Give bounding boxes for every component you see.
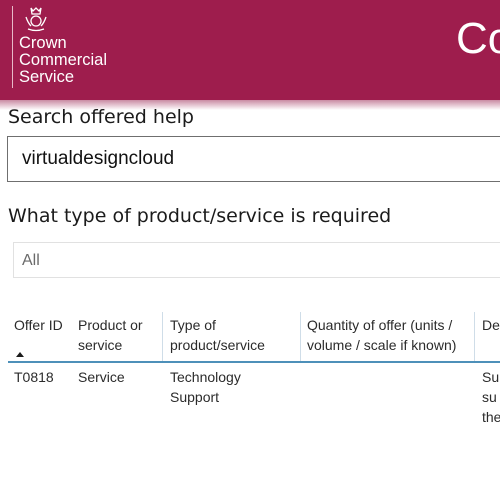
royal-crest-icon — [25, 7, 47, 32]
cell-product-or-service: Service — [78, 369, 125, 385]
column-header-offer-id[interactable]: Offer ID — [14, 315, 63, 335]
product-type-label: What type of product/service is required — [8, 205, 392, 227]
column-header-quantity[interactable]: Quantity of offer (units / volume / scal… — [307, 315, 456, 355]
column-header-type[interactable]: Type of product/service — [170, 315, 265, 355]
product-type-selected-value: All — [22, 252, 40, 269]
table-header-rule — [8, 361, 500, 363]
search-input-value: virtualdesigncloud — [22, 148, 175, 169]
column-divider — [300, 312, 301, 362]
logo-line: Crown — [19, 34, 67, 52]
column-header-description[interactable]: De — [482, 315, 500, 335]
search-label: Search offered help — [8, 106, 194, 128]
logo-line: Commercial — [19, 51, 108, 69]
page-header-title: Co — [456, 14, 500, 63]
cell-description: Su su the — [482, 369, 500, 425]
search-input[interactable]: virtualdesigncloud — [7, 136, 500, 182]
logo-line: Service — [19, 68, 75, 86]
organisation-logo-text[interactable]: Crown Commercial Service — [19, 35, 107, 86]
product-type-select[interactable]: All — [13, 242, 500, 278]
column-header-product-or-service[interactable]: Product or service — [78, 315, 143, 355]
cell-offer-id: T0818 — [14, 369, 54, 385]
column-divider — [162, 312, 163, 362]
site-header: Crown Commercial Service Co — [0, 0, 500, 100]
column-divider — [474, 312, 475, 362]
logo-divider — [12, 6, 13, 88]
sort-ascending-icon[interactable] — [16, 352, 24, 357]
cell-type: Technology Support — [170, 369, 241, 405]
